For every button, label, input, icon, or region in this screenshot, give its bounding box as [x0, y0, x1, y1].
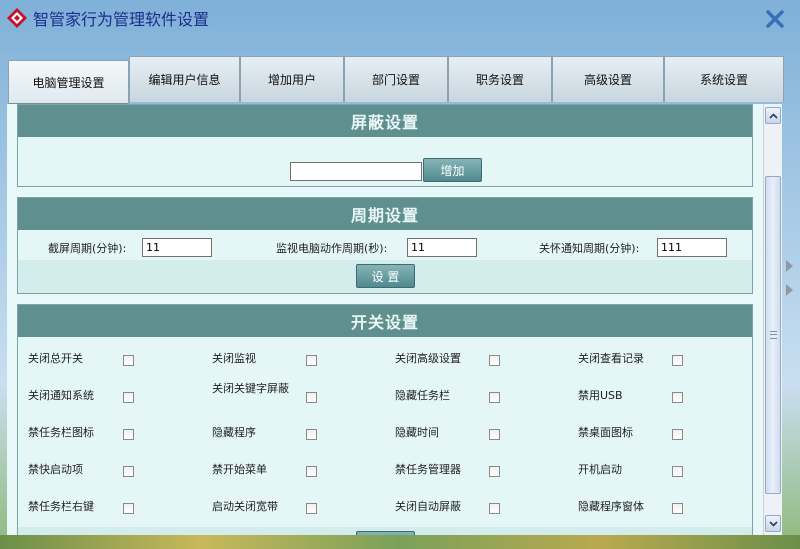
switch-label: 关闭查看记录	[578, 352, 644, 365]
care-period-label: 关怀通知周期(分钟):	[539, 242, 640, 255]
switch-label: 隐藏任务栏	[395, 389, 450, 402]
switch-label: 关闭自动屏蔽	[395, 500, 461, 513]
switch-checkbox[interactable]	[306, 355, 317, 366]
background-strip	[0, 535, 800, 549]
switch-checkbox[interactable]	[123, 466, 134, 477]
switch-checkbox[interactable]	[489, 503, 500, 514]
switch-label: 禁用USB	[578, 389, 623, 402]
switch-label: 禁快启动项	[28, 463, 83, 476]
screenshot-period-input[interactable]	[142, 238, 212, 257]
tab-system[interactable]: 系统设置	[664, 56, 784, 102]
switch-checkbox[interactable]	[489, 429, 500, 440]
switch-checkbox[interactable]	[489, 392, 500, 403]
chevron-up-icon	[768, 112, 778, 119]
tab-label: 电脑管理设置	[32, 75, 105, 90]
window-title: 智管家行为管理软件设置	[33, 10, 210, 29]
side-arrow-icon	[786, 260, 793, 272]
switch-checkbox[interactable]	[672, 392, 683, 403]
switch-label: 隐藏程序	[212, 426, 256, 439]
panel-title: 屏蔽设置	[18, 105, 752, 137]
tab-label: 编辑用户信息	[148, 73, 221, 87]
chevron-down-icon	[768, 520, 778, 527]
tab-department[interactable]: 部门设置	[344, 56, 448, 102]
tab-edit-user-info[interactable]: 编辑用户信息	[129, 56, 240, 102]
monitor-period-label: 监视电脑动作周期(秒):	[276, 242, 388, 255]
tab-add-user[interactable]: 增加用户	[240, 56, 344, 102]
switch-label: 禁任务栏图标	[28, 426, 94, 439]
set-button[interactable]: 设 置	[356, 264, 415, 288]
period-settings-panel: 周期设置 截屏周期(分钟): 监视电脑动作周期(秒): 关怀通知周期(分钟): …	[17, 197, 753, 294]
switch-checkbox[interactable]	[306, 429, 317, 440]
switch-label: 隐藏程序窗体	[578, 500, 644, 513]
switch-checkbox[interactable]	[123, 503, 134, 514]
switch-label: 禁开始菜单	[212, 463, 267, 476]
switch-label: 禁任务管理器	[395, 463, 461, 476]
switch-label: 开机启动	[578, 463, 622, 476]
switch-checkbox[interactable]	[672, 466, 683, 477]
switch-label: 关闭高级设置	[395, 352, 461, 365]
tab-advanced[interactable]: 高级设置	[552, 56, 664, 102]
switch-checkbox[interactable]	[306, 503, 317, 514]
scroll-up-button[interactable]	[765, 107, 781, 124]
switch-checkbox[interactable]	[672, 355, 683, 366]
switch-checkbox[interactable]	[123, 355, 134, 366]
tab-label: 高级设置	[583, 73, 632, 87]
tab-computer-management[interactable]: 电脑管理设置	[8, 60, 129, 106]
switch-checkbox[interactable]	[306, 392, 317, 403]
care-period-input[interactable]	[657, 238, 727, 257]
switch-label: 禁任务栏右键	[28, 500, 94, 513]
tab-label: 增加用户	[267, 73, 316, 87]
switch-label: 隐藏时间	[395, 426, 439, 439]
switch-checkbox[interactable]	[672, 503, 683, 514]
tab-label: 系统设置	[699, 73, 748, 87]
switch-label: 禁桌面图标	[578, 426, 633, 439]
switch-checkbox[interactable]	[672, 429, 683, 440]
settings-content: 屏蔽设置 增加 周期设置 截屏周期(分钟): 监视电脑动作周期(秒): 关怀通知…	[7, 104, 763, 535]
switch-settings-panel: 开关设置 关闭总开关 关闭监视 关闭高级设置 关闭查看记录 关闭通知系统 关闭关…	[17, 304, 753, 535]
switch-checkbox[interactable]	[489, 466, 500, 477]
side-arrow-icon	[786, 284, 793, 296]
switch-label: 关闭监视	[212, 352, 256, 365]
monitor-period-input[interactable]	[407, 238, 477, 257]
tab-label: 职务设置	[475, 73, 524, 87]
panel-title: 周期设置	[18, 198, 752, 230]
screenshot-period-label: 截屏周期(分钟):	[48, 242, 127, 255]
switch-checkbox[interactable]	[489, 355, 500, 366]
switch-label: 关闭关键字屏蔽	[212, 382, 289, 395]
switch-checkbox[interactable]	[123, 429, 134, 440]
switch-label: 启动关闭宽带	[212, 500, 278, 513]
switch-checkbox[interactable]	[123, 392, 134, 403]
tab-position[interactable]: 职务设置	[448, 56, 552, 102]
scroll-down-button[interactable]	[765, 515, 781, 532]
tab-bar: 电脑管理设置 编辑用户信息 增加用户 部门设置 职务设置 高级设置 系统设置	[6, 56, 785, 106]
tab-label: 部门设置	[371, 73, 420, 87]
grip-icon	[770, 331, 777, 339]
block-keyword-input[interactable]	[290, 162, 422, 181]
switch-label: 关闭总开关	[28, 352, 83, 365]
block-settings-panel: 屏蔽设置 增加	[17, 104, 753, 187]
title-bar: 智管家行为管理软件设置	[0, 0, 800, 56]
scroll-thumb[interactable]	[765, 176, 781, 494]
vertical-scrollbar[interactable]	[763, 104, 782, 535]
switch-checkbox[interactable]	[306, 466, 317, 477]
app-logo-icon	[7, 8, 27, 28]
switch-label: 关闭通知系统	[28, 389, 94, 402]
add-button[interactable]: 增加	[423, 158, 482, 182]
panel-title: 开关设置	[18, 305, 752, 337]
close-icon[interactable]	[764, 8, 786, 30]
